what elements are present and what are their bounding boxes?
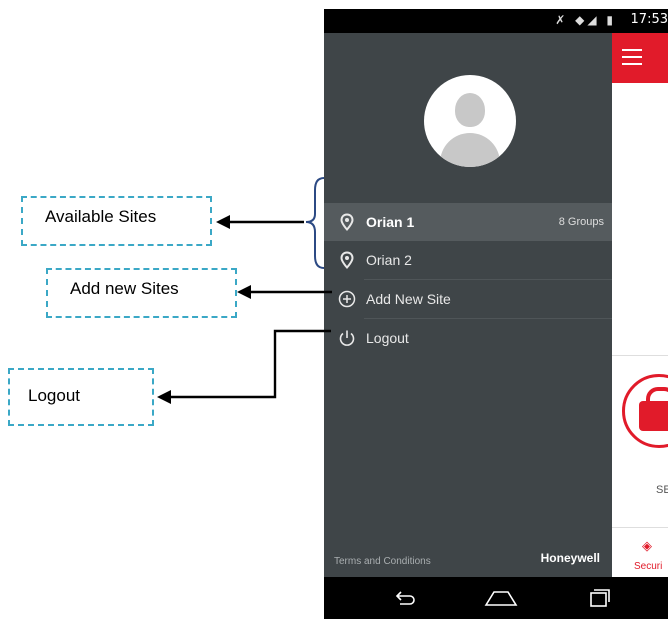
callout-logout: Logout: [8, 368, 154, 426]
sites-bracket: [305, 177, 325, 269]
callout-add-new-sites-text: Add new Sites: [70, 279, 179, 298]
callout-available-sites: Available Sites: [21, 196, 212, 246]
callout-available-sites-text: Available Sites: [45, 207, 157, 226]
callout-logout-text: Logout: [28, 386, 80, 405]
callout-add-new-sites: Add new Sites: [46, 268, 237, 318]
